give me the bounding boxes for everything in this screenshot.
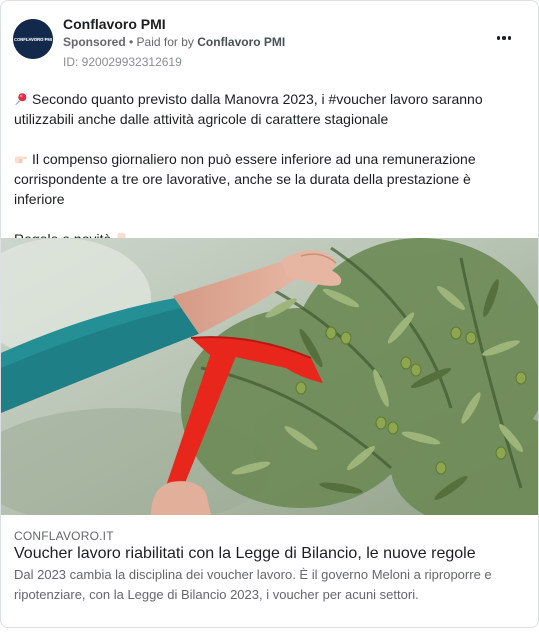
more-horizontal-icon-dot — [502, 36, 506, 40]
link-preview-image[interactable] — [1, 238, 538, 515]
olive-harvest-photo — [1, 238, 538, 515]
conflavoro-logo-icon: CONFLAVORO PMI — [13, 19, 53, 59]
page-avatar[interactable]: CONFLAVORO PMI — [13, 19, 53, 59]
post-body: Secondo quanto previsto dalla Manovra 20… — [14, 89, 524, 249]
post-header: CONFLAVORO PMI Conflavoro PMI Sponsored … — [13, 13, 526, 71]
paid-for-by-label: Paid for by — [136, 35, 198, 49]
body-paragraph-1: Secondo quanto previsto dalla Manovra 20… — [14, 89, 524, 129]
page-name[interactable]: Conflavoro PMI — [63, 16, 166, 32]
svg-text:CONFLAVORO PMI: CONFLAVORO PMI — [14, 37, 52, 42]
sponsored-post-card: CONFLAVORO PMI Conflavoro PMI Sponsored … — [0, 0, 539, 628]
link-domain: CONFLAVORO.IT — [14, 529, 114, 543]
pushpin-icon — [15, 93, 27, 106]
paid-for-by-name[interactable]: Conflavoro PMI — [197, 35, 285, 49]
link-preview[interactable]: CONFLAVORO.IT Voucher lavoro riabilitati… — [1, 515, 538, 627]
meta-separator: • — [125, 35, 137, 49]
ad-id: ID: 920029932312619 — [63, 55, 182, 69]
body-paragraph-2-text: Il compenso giornaliero non può essere i… — [14, 151, 476, 207]
more-horizontal-icon-dot — [507, 36, 512, 40]
sponsored-label: Sponsored — [63, 35, 126, 49]
link-headline[interactable]: Voucher lavoro riabilitati con la Legge … — [14, 544, 476, 564]
sponsored-meta: Sponsored • Paid for by Conflavoro PMI — [63, 35, 285, 49]
more-horizontal-icon — [496, 36, 501, 40]
body-paragraph-2: Il compenso giornaliero non può essere i… — [14, 149, 524, 209]
link-description: Dal 2023 cambia la disciplina dei vouche… — [14, 567, 492, 602]
pointing-right-hand-icon — [14, 156, 28, 164]
more-options-button[interactable] — [492, 31, 516, 45]
body-paragraph-1-text: Secondo quanto previsto dalla Manovra 20… — [14, 91, 483, 127]
